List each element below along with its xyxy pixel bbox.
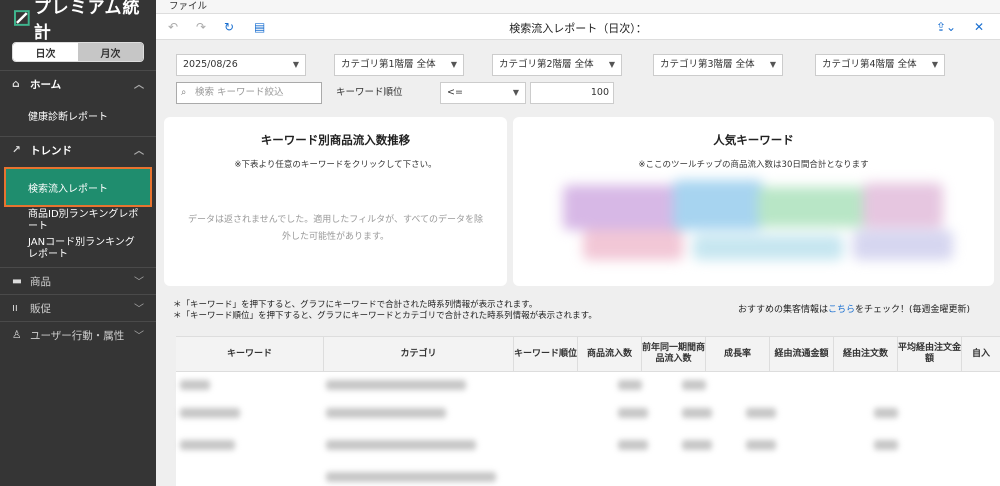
logo-icon xyxy=(14,10,30,26)
column-category[interactable]: カテゴリ xyxy=(324,337,514,371)
filter-bar: 2025/08/26 ▼ カテゴリ第1階層 全体 ▼ カテゴリ第2階層 全体 ▼ カテ… xyxy=(156,40,1000,114)
export-icon[interactable]: ⇪⌄ xyxy=(936,20,956,34)
rec-suffix: をチェック！(毎週金曜更新) xyxy=(855,305,971,315)
column-keyword-rank[interactable]: キーワード順位 xyxy=(514,337,578,371)
keyword-trend-card: キーワード別商品流入数推移 ※下表より任意のキーワードをクリックして下さい。 デ… xyxy=(164,117,507,286)
daily-toggle-button[interactable]: 日次 xyxy=(13,43,78,61)
date-select[interactable]: 2025/08/26 ▼ xyxy=(176,54,306,76)
note-line: ＊「キーワード」を押下すると、グラフにキーワードで合計された時系列情報が表示され… xyxy=(173,300,538,310)
category1-select[interactable]: カテゴリ第1階層 全体 ▼ xyxy=(334,54,464,76)
sidebar-section-label: 販促 xyxy=(30,302,51,315)
column-growth-rate[interactable]: 成長率 xyxy=(706,337,770,371)
column-keyword[interactable]: キーワード xyxy=(176,337,324,371)
sidebar: プレミアム統計 日次 月次 ⌂ ホーム ︿ 健康診断レポート ↗ トレンド ︿ … xyxy=(0,0,156,486)
sidebar-section-trend[interactable]: ↗ トレンド ︿ xyxy=(0,137,156,163)
empty-line: 外した可能性があります。 xyxy=(281,232,390,242)
chevron-up-icon: ︿ xyxy=(134,80,144,91)
note-line: ＊「キーワード順位」を押下すると、グラフにキーワードとカテゴリで合計された時系列… xyxy=(173,311,597,321)
sidebar-section-label: 商品 xyxy=(30,275,51,288)
sidebar-section-promotion[interactable]: ıı 販促 ﹀ xyxy=(0,295,156,321)
table-body xyxy=(176,372,1000,486)
report-title: 検索流入レポート（日次）： xyxy=(509,22,647,35)
keyword-cloud[interactable] xyxy=(563,175,958,275)
rank-value-input[interactable]: 100 xyxy=(530,82,614,104)
search-placeholder: 検索 キーワード絞込 xyxy=(195,87,284,98)
recommendation-note: おすすめの集客情報はこちらをチェック！(毎週金曜更新) xyxy=(738,305,970,316)
category3-value: カテゴリ第3階層 全体 xyxy=(660,59,755,70)
chevron-down-icon: ﹀ xyxy=(134,331,144,342)
rank-operator-select[interactable]: <= ▼ xyxy=(440,82,526,104)
category4-select[interactable]: カテゴリ第4階層 全体 ▼ xyxy=(815,54,945,76)
sidebar-item-product-id-ranking[interactable]: 商品ID別ランキングレポート xyxy=(0,207,156,235)
category2-select[interactable]: カテゴリ第2階層 全体 ▼ xyxy=(492,54,622,76)
table-header: キーワード カテゴリ キーワード順位 商品流入数 前年同一期間商品流入数 成長率… xyxy=(176,336,1000,372)
category3-select[interactable]: カテゴリ第3階層 全体 ▼ xyxy=(653,54,783,76)
bar-chart-icon: ıı xyxy=(12,302,18,314)
period-toggle: 日次 月次 xyxy=(12,42,144,62)
sidebar-section-user-behavior[interactable]: ♙ ユーザー行動・属性 ﹀ xyxy=(0,322,156,348)
trend-icon: ↗ xyxy=(12,144,21,156)
chevron-down-icon: ▼ xyxy=(608,60,615,69)
rec-prefix: おすすめの集客情報は xyxy=(738,305,829,315)
empty-line: データは返されませんでした。適用したフィルタが、すべてのデータを除 xyxy=(188,215,483,225)
column-avg-order-amount[interactable]: 平均経由注文金額 xyxy=(898,337,962,371)
chevron-down-icon: ▼ xyxy=(292,60,299,69)
category1-value: カテゴリ第1階層 全体 xyxy=(341,59,436,70)
sidebar-section-products[interactable]: ▬ 商品 ﹀ xyxy=(0,268,156,294)
home-icon: ⌂ xyxy=(12,78,20,90)
operator-value: <= xyxy=(447,87,463,98)
sidebar-item-health-report[interactable]: 健康診断レポート xyxy=(0,101,156,129)
sidebar-section-label: ユーザー行動・属性 xyxy=(30,329,125,342)
keyword-rank-label: キーワード順位 xyxy=(336,87,403,98)
card-title: キーワード別商品流入数推移 xyxy=(260,133,411,147)
card-subtitle: ※ここのツールチップの商品流入数は30日間合計となります xyxy=(638,160,869,170)
chevron-up-icon: ︿ xyxy=(134,146,144,157)
brand-name: プレミアム統計 xyxy=(33,0,141,43)
sidebar-section-home[interactable]: ⌂ ホーム ︿ xyxy=(0,71,156,97)
chevron-down-icon: ﹀ xyxy=(134,304,144,315)
chevron-down-icon: ▼ xyxy=(931,60,938,69)
keyword-search-input[interactable]: ⌕ 検索 キーワード絞込 xyxy=(176,82,322,104)
sidebar-item-jan-ranking[interactable]: JANコード別ランキングレポート xyxy=(0,235,156,263)
chevron-down-icon: ﹀ xyxy=(134,277,144,288)
column-prev-year-inflow[interactable]: 前年同一期間商品流入数 xyxy=(642,337,706,371)
search-icon: ⌕ xyxy=(181,87,187,98)
close-icon[interactable]: ✕ xyxy=(974,20,984,34)
category4-value: カテゴリ第4階層 全体 xyxy=(822,59,917,70)
card-title: 人気キーワード xyxy=(713,133,794,147)
menu-bar: ファイル xyxy=(156,0,1000,14)
chevron-down-icon: ▼ xyxy=(512,88,519,97)
recommendation-link[interactable]: こちら xyxy=(828,305,855,315)
category2-value: カテゴリ第2階層 全体 xyxy=(499,59,594,70)
popular-keyword-card: 人気キーワード ※ここのツールチップの商品流入数は30日間合計となります xyxy=(513,117,994,286)
user-icon: ♙ xyxy=(12,329,22,341)
menu-file[interactable]: ファイル xyxy=(169,1,207,12)
empty-message: データは返されませんでした。適用したフィルタが、すべてのデータを除 外した可能性… xyxy=(184,212,487,246)
date-value: 2025/08/26 xyxy=(183,59,238,70)
chevron-down-icon: ▼ xyxy=(769,60,776,69)
card-subtitle: ※下表より任意のキーワードをクリックして下さい。 xyxy=(234,160,437,170)
sidebar-section-label: ホーム xyxy=(30,78,62,91)
column-product-inflow[interactable]: 商品流入数 xyxy=(578,337,642,371)
usage-notes: ＊「キーワード」を押下すると、グラフにキーワードで合計された時系列情報が表示され… xyxy=(173,300,597,322)
sidebar-item-search-inflow-report[interactable]: 検索流入レポート xyxy=(4,167,152,207)
column-sales-amount[interactable]: 経由流通金額 xyxy=(770,337,834,371)
column-more[interactable]: 自入 xyxy=(962,337,1000,371)
sidebar-section-label: トレンド xyxy=(30,144,72,157)
chevron-down-icon: ▼ xyxy=(450,60,457,69)
column-order-count[interactable]: 経由注文数 xyxy=(834,337,898,371)
toolbar: ↶ ↷ ↻ ▤ 検索流入レポート（日次）： ⇪⌄ ✕ xyxy=(156,14,1000,40)
brand-logo[interactable]: プレミアム統計 xyxy=(0,0,156,43)
rank-value: 100 xyxy=(590,87,609,98)
folder-icon: ▬ xyxy=(12,275,22,287)
monthly-toggle-button[interactable]: 月次 xyxy=(78,43,143,61)
